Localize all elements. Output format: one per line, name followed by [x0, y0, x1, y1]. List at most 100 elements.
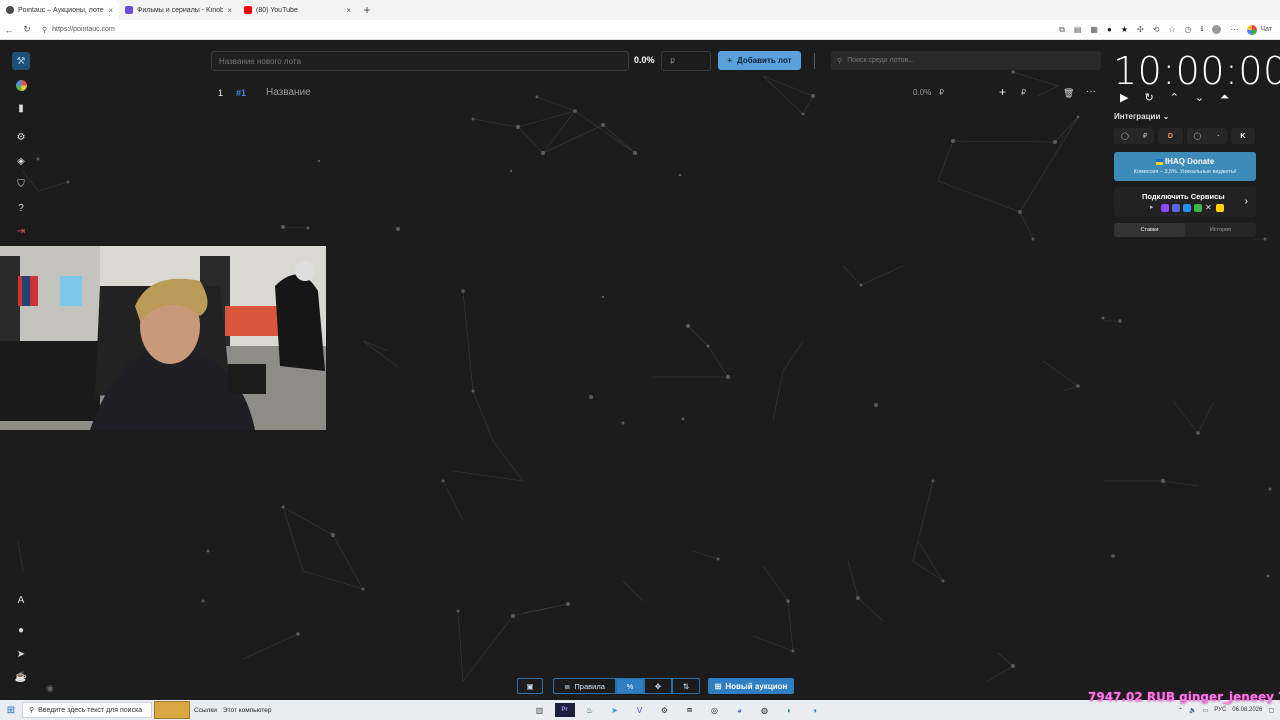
network-icon[interactable]: ▭ — [1203, 707, 1209, 714]
double-up-icon[interactable]: ⏶ — [1220, 91, 1229, 104]
percent-button[interactable]: % — [616, 678, 644, 694]
taskbar-search-input[interactable]: ⚲ Введите здесь текст для поиска — [22, 702, 152, 718]
tab-history[interactable]: История — [1185, 223, 1256, 237]
settings-gear-icon[interactable]: ⚙ — [12, 128, 30, 146]
chevron-down-icon[interactable]: ⌄ — [1195, 91, 1204, 104]
logout-icon[interactable]: ⇥ — [12, 222, 30, 240]
new-lot-input[interactable]: Название нового лота — [211, 51, 629, 71]
this-pc-label[interactable]: Этот компьютер — [223, 707, 272, 714]
lang-label[interactable]: РУС — [1214, 707, 1226, 713]
toggle-donationalerts[interactable]: ◯ ◔ — [1186, 128, 1227, 144]
play-icon[interactable]: ▶ — [1120, 91, 1128, 104]
back-icon[interactable]: ← — [0, 25, 18, 35]
windows-start-icon[interactable]: ⊞ — [0, 705, 22, 716]
news-widget-icon[interactable] — [154, 701, 190, 719]
telegram-icon[interactable]: ➤ — [605, 703, 625, 717]
translate-icon[interactable]: ⧉ — [1059, 25, 1065, 35]
browser-tab-kinobox[interactable]: Фильмы и сериалы - Kinobox.in × — [119, 0, 238, 20]
donate-icon[interactable]: ☕ — [12, 668, 30, 686]
eye-icon[interactable]: ◉ — [46, 683, 54, 694]
add-lot-button[interactable]: + Добавить лот — [718, 51, 801, 70]
steam-icon[interactable]: ♨ — [580, 703, 600, 717]
close-icon[interactable]: × — [108, 6, 113, 15]
webcam-overlay — [0, 246, 326, 430]
sort-button[interactable]: ⇅ — [672, 678, 700, 694]
move-button[interactable]: ✥ — [644, 678, 672, 694]
browser-tab-pointauc[interactable]: Pointauc – Аукционы, лотереи и ... × — [0, 0, 119, 20]
chevron-up-icon[interactable]: ⌃ — [1170, 91, 1179, 104]
layers-icon[interactable]: ◈ — [12, 152, 30, 170]
bids-history-tabs: Ставки История — [1114, 223, 1256, 237]
close-icon[interactable]: × — [227, 6, 232, 15]
edge-dev-icon[interactable]: ◑ — [805, 703, 825, 717]
connect-services-button[interactable]: Подключить Сервисы ▸ ✕ › — [1114, 187, 1256, 217]
history-icon[interactable]: ◷ — [1185, 25, 1192, 34]
amount-input[interactable]: ₽ — [661, 51, 711, 71]
browser-tab-youtube[interactable]: (80) YouTube × — [238, 0, 357, 20]
telegram-icon[interactable]: ➤ — [12, 645, 30, 663]
taskbar-apps: ▥ Pr ♨ ➤ V ⚙ ⧈ ◎ ◕ ◍ ◐ ◑ — [530, 703, 825, 717]
menu-icon[interactable]: ⋯ — [1230, 25, 1238, 34]
puzzle-icon[interactable]: ✣ — [1137, 25, 1144, 34]
lot-name[interactable]: Название — [266, 87, 311, 98]
close-icon[interactable]: × — [346, 6, 351, 15]
app-icon[interactable]: ⧈ — [680, 703, 700, 717]
wheel-icon[interactable] — [12, 76, 30, 94]
obs-studio-icon[interactable]: ◍ — [755, 703, 775, 717]
more-menu-icon[interactable]: ··· — [1086, 86, 1096, 97]
integrations-header[interactable]: Интеграции ⌄ — [1114, 112, 1169, 121]
obs-icon[interactable]: ◎ — [705, 703, 725, 717]
reload-icon[interactable]: ↻ — [18, 24, 36, 35]
favorites-icon[interactable]: ☆ — [1168, 25, 1175, 34]
help-icon[interactable]: ? — [12, 199, 30, 217]
volume-icon[interactable]: 🔈 — [1189, 707, 1196, 714]
download-icon[interactable]: ⭳ — [1201, 23, 1204, 37]
rules-button[interactable]: ≣ Правила — [553, 678, 616, 694]
favorite-star-icon[interactable]: ★ — [1121, 25, 1128, 34]
hammer-icon[interactable]: ⚒ — [12, 52, 30, 70]
avatar[interactable] — [1212, 25, 1222, 34]
plus-icon: + — [727, 56, 733, 65]
github-icon[interactable]: ● — [12, 621, 30, 639]
search-icon: ⚲ — [837, 57, 843, 65]
new-tab-button[interactable]: + — [357, 0, 377, 20]
extension-icon[interactable]: ● — [1107, 25, 1112, 34]
percent-icon: % — [626, 681, 634, 691]
lot-row[interactable]: 1 #1 Название 0.0% ₽ + ₽ 🗑 ··· — [211, 83, 1101, 103]
tab-bids[interactable]: Ставки — [1114, 223, 1185, 237]
bolt-icon — [1216, 204, 1224, 212]
search-input[interactable]: ⚲ Поиск среди лотов... — [831, 51, 1101, 70]
toggle-kick[interactable]: K — [1230, 128, 1255, 144]
url-field[interactable]: ⚲ https://pointauc.com — [42, 26, 1059, 34]
chevron-up-icon[interactable]: ⌃ — [1178, 707, 1183, 714]
new-auction-button[interactable]: ⊞ Новый аукцион — [708, 678, 794, 694]
copilot-button[interactable]: Чат — [1247, 24, 1272, 35]
edge-icon[interactable]: ◐ — [780, 703, 800, 717]
total-percent: 0.0% — [634, 55, 655, 65]
reset-icon[interactable]: ↻ — [1144, 91, 1153, 104]
date-label[interactable]: 06.08.2026 — [1232, 707, 1262, 713]
translate-icon[interactable]: A — [12, 591, 30, 609]
building-icon[interactable]: ▥ — [530, 703, 550, 717]
notifications-icon[interactable]: ▢ — [1268, 707, 1274, 714]
shield-icon[interactable]: ⛉ — [12, 175, 30, 193]
lot-index: 1 — [218, 88, 224, 98]
reader-icon[interactable]: ▤ — [1074, 25, 1082, 34]
reading-list-icon[interactable]: ▦ — [1090, 25, 1098, 34]
ruble-icon[interactable]: ₽ — [1021, 88, 1026, 97]
settings-gear-icon[interactable]: ⚙ — [655, 703, 675, 717]
archive-button[interactable]: ▣ — [517, 678, 543, 694]
trash-icon[interactable]: 🗑 — [1063, 88, 1074, 99]
stats-icon[interactable]: ▮ — [12, 99, 30, 117]
collections-icon[interactable]: ⟲ — [1153, 25, 1160, 34]
toggle-ruble[interactable]: ◯ ₽ — [1114, 128, 1155, 144]
ihaq-donate-button[interactable]: IHAQ Donate Комиссия – 3,5%. Уникальные … — [1114, 152, 1256, 181]
youtube-favicon-icon — [244, 6, 252, 14]
vpn-icon[interactable]: V — [630, 703, 650, 717]
links-label[interactable]: Ссылки — [194, 707, 217, 714]
add-amount-icon[interactable]: + — [999, 85, 1006, 99]
premiere-icon[interactable]: Pr — [554, 703, 575, 717]
youtube-icon: ▸ — [1150, 204, 1154, 211]
toggle-donatepay[interactable]: D — [1158, 128, 1183, 144]
discord-icon[interactable]: ◕ — [730, 703, 750, 717]
